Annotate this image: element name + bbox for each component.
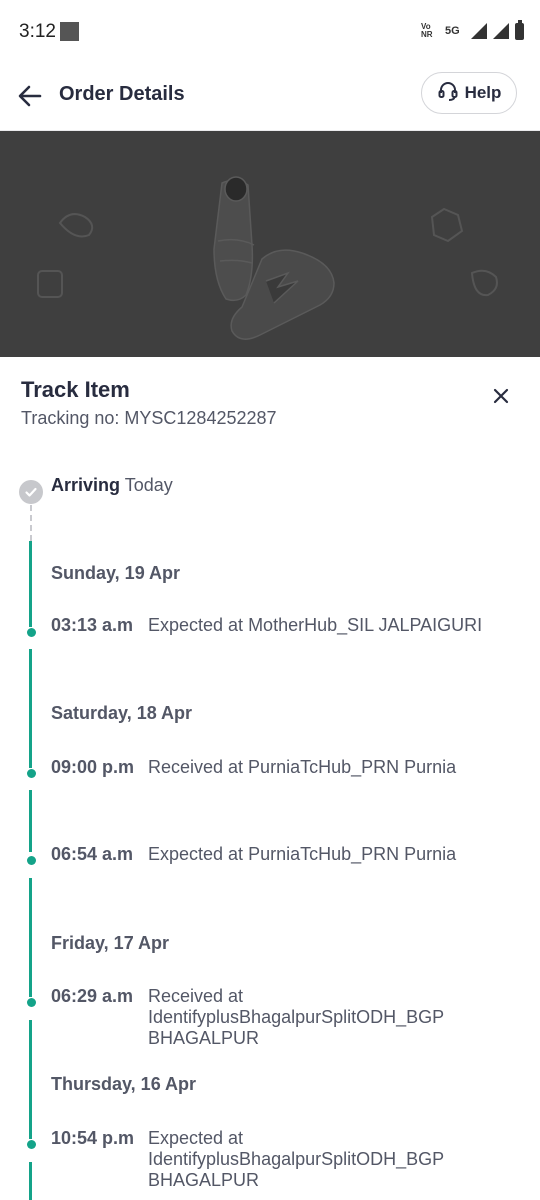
date-heading: Friday, 17 Apr (51, 933, 170, 953)
check-icon (19, 480, 43, 504)
event-time: 06:54 a.m (51, 844, 134, 864)
signal-icon (471, 23, 487, 39)
timeline-dot (27, 998, 36, 1007)
back-arrow-icon[interactable] (16, 82, 44, 110)
arriving-value: Today (124, 475, 173, 495)
event-time: 09:00 p.m (51, 757, 135, 777)
date-heading: Saturday, 18 Apr (51, 703, 193, 723)
network-type-label: 5G (445, 25, 460, 37)
sheet-title: Track Item (21, 377, 130, 402)
status-time: 3:12 (19, 21, 56, 42)
event-time: 03:13 a.m (51, 615, 134, 635)
page-title: Order Details (59, 83, 185, 105)
event-description: Received at PurniaTcHub_PRN Purnia (148, 757, 457, 777)
close-icon[interactable] (486, 381, 516, 411)
status-bar: 3:12 Vo NR 5G (0, 0, 540, 64)
event-description: Expected at PurniaTcHub_PRN Purnia (148, 844, 457, 864)
timeline-line (29, 1162, 32, 1200)
app-header: Order Details Help (0, 64, 540, 131)
arriving-status: Arriving Today (51, 475, 173, 496)
event-description: Received at IdentifyplusBhagalpurSplitOD… (148, 986, 444, 1048)
event-time: 10:54 p.m (51, 1128, 135, 1148)
tracking-number: Tracking no: MYSC1284252287 (21, 408, 277, 429)
event-time: 06:29 a.m (51, 986, 134, 1006)
timeline-dashed-line (30, 505, 32, 541)
timeline-line (29, 878, 32, 997)
product-image (0, 131, 540, 357)
timeline-dot (27, 856, 36, 865)
timeline-dot (27, 628, 36, 637)
help-label: Help (464, 83, 502, 102)
date-heading: Thursday, 16 Apr (51, 1074, 197, 1094)
timeline-line (29, 1020, 32, 1139)
event-description: Expected at MotherHub_SIL JALPAIGURI (148, 615, 483, 635)
battery-icon (515, 19, 524, 40)
timeline-dot (27, 769, 36, 778)
notification-icon (60, 22, 79, 41)
timeline-line (29, 541, 32, 627)
help-button[interactable]: Help (421, 72, 517, 114)
tracking-label: Tracking no: (21, 408, 120, 428)
event-description: Expected at IdentifyplusBhagalpurSplitOD… (148, 1128, 444, 1190)
date-heading: Sunday, 19 Apr (51, 563, 181, 583)
timeline-line (29, 790, 32, 852)
headset-icon (437, 80, 459, 107)
status-icons: Vo NR 5G (421, 19, 524, 42)
signal-icon-2 (493, 23, 509, 39)
timeline-dot (27, 1140, 36, 1149)
tracking-value: MYSC1284252287 (124, 408, 277, 428)
track-item-sheet: Track Item Tracking no: MYSC1284252287 A… (0, 357, 540, 1200)
volte-icon: Vo NR (421, 22, 433, 39)
timeline-line (29, 649, 32, 768)
arriving-label: Arriving (51, 475, 121, 495)
